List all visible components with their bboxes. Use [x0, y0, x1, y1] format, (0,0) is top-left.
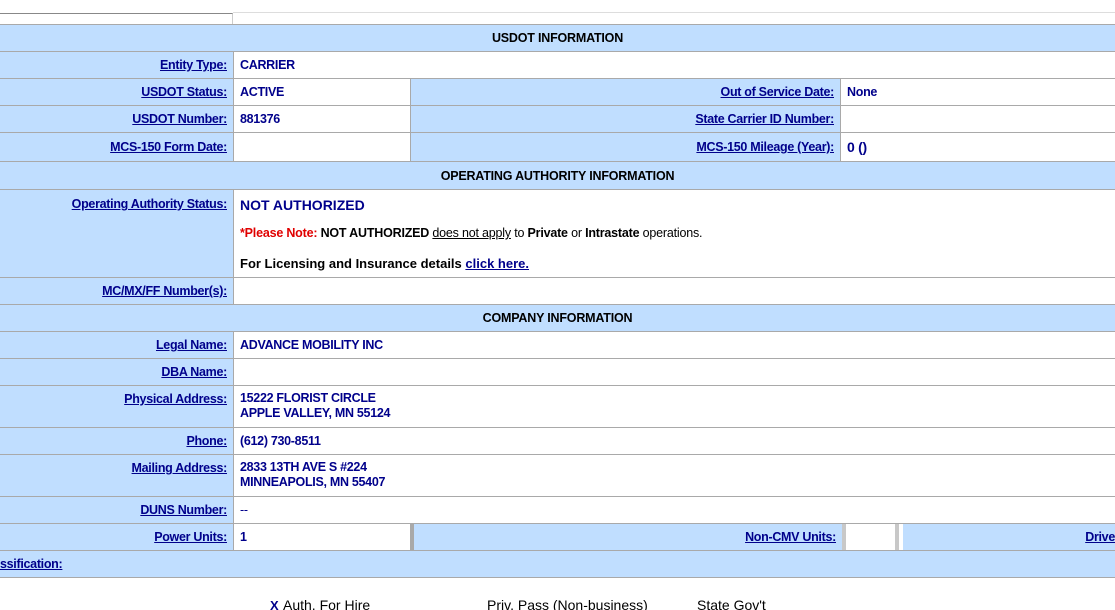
entity-type-value: CARRIER [234, 52, 1115, 78]
usdot-number-value: 881376 [234, 106, 410, 132]
top-input-box [0, 13, 233, 24]
grid-line [0, 132, 1115, 133]
classification-row: ssification: [0, 551, 1115, 577]
grid-line [0, 161, 1115, 162]
out-of-service-label[interactable]: Out of Service Date: [411, 79, 840, 105]
mcs150-mileage-label[interactable]: MCS-150 Mileage (Year): [411, 133, 840, 161]
mc-mx-ff-value [234, 278, 1115, 304]
phone-value: (612) 730-8511 [234, 428, 1115, 454]
grid-line [0, 277, 1115, 278]
entity-type-label[interactable]: Entity Type: [0, 52, 233, 78]
grid-line [0, 496, 1115, 497]
auth-for-hire-mark: X [270, 598, 279, 610]
mailing-address-label[interactable]: Mailing Address: [0, 455, 233, 496]
grid-line [0, 385, 1115, 386]
mailing-address-value: 2833 13TH AVE S #224 MINNEAPOLIS, MN 554… [234, 455, 1115, 496]
legal-name-label[interactable]: Legal Name: [0, 332, 233, 358]
grid-line [0, 454, 1115, 455]
section-header-company: COMPANY INFORMATION [0, 305, 1115, 331]
priv-pass-option: Priv. Pass (Non-business) [487, 597, 648, 610]
top-divider [233, 12, 1115, 13]
section-header-usdot: USDOT INFORMATION [0, 25, 1115, 51]
grid-line [0, 577, 1115, 578]
grid-line [0, 304, 1115, 305]
duns-number-label[interactable]: DUNS Number: [0, 497, 233, 523]
phone-label[interactable]: Phone: [0, 428, 233, 454]
authority-note: *Please Note: NOT AUTHORIZED does not ap… [240, 226, 703, 240]
grid-line [233, 331, 234, 550]
usdot-status-label[interactable]: USDOT Status: [0, 79, 233, 105]
section-header-authority: OPERATING AUTHORITY INFORMATION [0, 162, 1115, 189]
out-of-service-value: None [841, 79, 1115, 105]
power-units-value: 1 [234, 524, 410, 550]
drivers-label[interactable]: Drive [903, 524, 1115, 550]
licensing-click-here-link[interactable]: click here. [465, 256, 529, 271]
physical-address-label[interactable]: Physical Address: [0, 386, 233, 427]
non-cmv-units-value [842, 524, 899, 550]
mcs150-mileage-value: 0 () [841, 133, 1115, 161]
grid-line [0, 78, 1115, 79]
grid-line [0, 24, 1115, 25]
grid-line [0, 189, 1115, 190]
grid-line [233, 189, 234, 304]
authority-status-cell: NOT AUTHORIZED *Please Note: NOT AUTHORI… [234, 190, 1115, 277]
state-govt-option: State Gov't [697, 597, 766, 610]
usdot-number-label[interactable]: USDOT Number: [0, 106, 233, 132]
grid-line [0, 105, 1115, 106]
legal-name-value: ADVANCE MOBILITY INC [234, 332, 1115, 358]
mcs150-date-value [234, 133, 410, 161]
grid-line [0, 523, 1115, 524]
licensing-line: For Licensing and Insurance details clic… [240, 256, 530, 271]
physical-address-value: 15222 FLORIST CIRCLE APPLE VALLEY, MN 55… [234, 386, 1115, 427]
authority-status-label[interactable]: Operating Authority Status: [0, 190, 233, 277]
mcs150-date-label[interactable]: MCS-150 Form Date: [0, 133, 233, 161]
grid-line [0, 358, 1115, 359]
classification-label[interactable]: ssification: [0, 557, 68, 571]
usdot-status-value: ACTIVE [234, 79, 410, 105]
dba-name-value [234, 359, 1115, 385]
dba-name-label[interactable]: DBA Name: [0, 359, 233, 385]
state-carrier-id-value [841, 106, 1115, 132]
grid-line [0, 331, 1115, 332]
auth-for-hire-option: Auth. For Hire [283, 597, 371, 610]
power-units-label[interactable]: Power Units: [0, 524, 233, 550]
non-cmv-units-label[interactable]: Non-CMV Units: [414, 524, 842, 550]
grid-line [0, 550, 1115, 551]
grid-line [233, 51, 234, 161]
grid-line [0, 427, 1115, 428]
mc-mx-ff-label[interactable]: MC/MX/FF Number(s): [0, 278, 233, 304]
authority-status-value: NOT AUTHORIZED [240, 197, 365, 213]
grid-line [840, 78, 841, 161]
grid-line [410, 78, 411, 161]
grid-line [0, 51, 1115, 52]
does-not-apply-link[interactable]: does not apply [432, 226, 511, 240]
classification-options: X Auth. For Hire Priv. Pass (Non-busines… [0, 596, 1115, 610]
state-carrier-id-label[interactable]: State Carrier ID Number: [411, 106, 840, 132]
duns-number-value: -- [234, 497, 1115, 523]
